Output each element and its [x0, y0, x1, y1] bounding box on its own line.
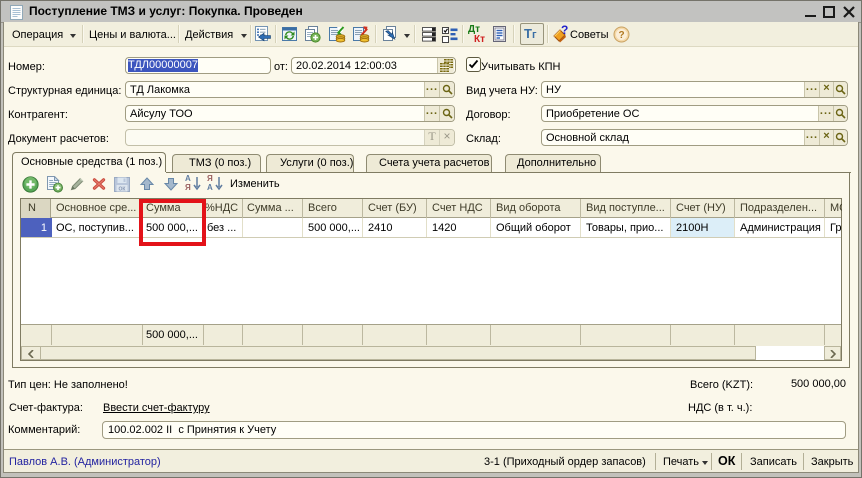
- svg-text:?: ?: [618, 30, 624, 41]
- svg-text:ОК: ОК: [119, 187, 127, 193]
